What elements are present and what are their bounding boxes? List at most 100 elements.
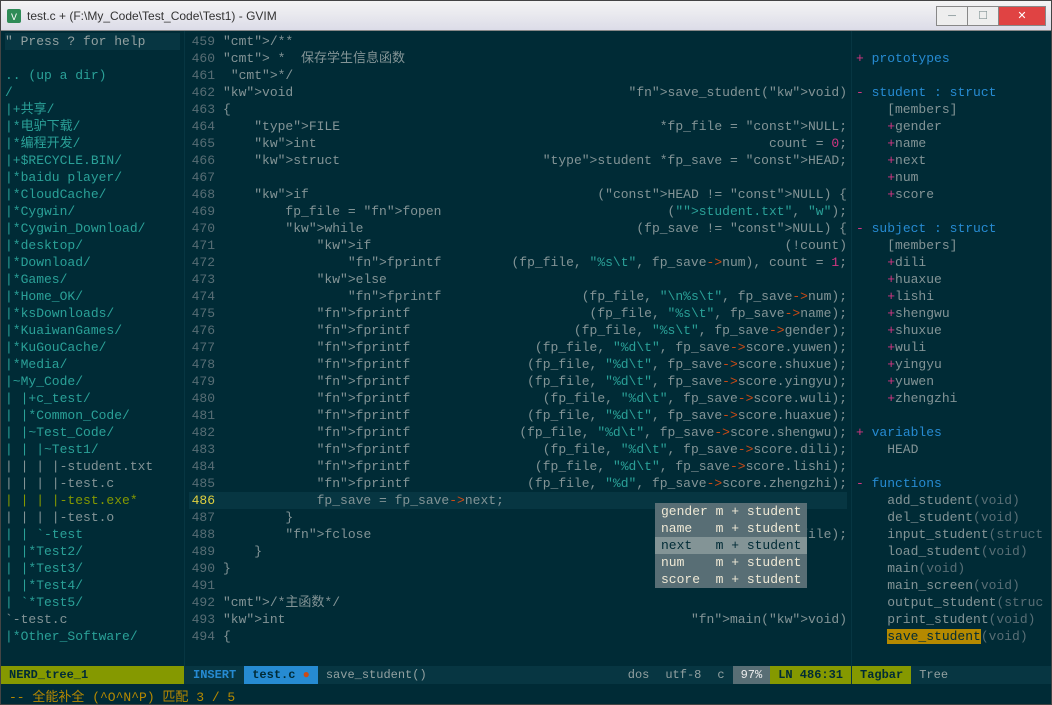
- tagbar-pane[interactable]: + prototypes- student : struct [members]…: [851, 31, 1051, 684]
- code-line[interactable]: 464 "type">FILE *fp_file = "const">NULL;: [189, 118, 847, 135]
- tagbar-item[interactable]: +score: [856, 186, 1047, 203]
- tagbar-item[interactable]: +huaxue: [856, 271, 1047, 288]
- tree-item[interactable]: .. (up a dir): [5, 67, 180, 84]
- tagbar-item[interactable]: HEAD: [856, 441, 1047, 458]
- code-line[interactable]: 468 "kw">if ("const">HEAD != "const">NUL…: [189, 186, 847, 203]
- code-line[interactable]: 473 "kw">else: [189, 271, 847, 288]
- code-line[interactable]: 492"cmt">/*主函数*/: [189, 594, 847, 611]
- code-line[interactable]: 467: [189, 169, 847, 186]
- tree-item[interactable]: |*Download/: [5, 254, 180, 271]
- tree-item[interactable]: |*Games/: [5, 271, 180, 288]
- code-line[interactable]: 460"cmt"> * 保存学生信息函数: [189, 50, 847, 67]
- tree-item[interactable]: |*Cygwin/: [5, 203, 180, 220]
- tagbar-item[interactable]: +zhengzhi: [856, 390, 1047, 407]
- completion-item[interactable]: score m + student: [655, 571, 807, 588]
- code-line[interactable]: 479 "fn">fprintf(fp_file, "%d\t", fp_sav…: [189, 373, 847, 390]
- tagbar-section[interactable]: - student : struct: [856, 84, 1047, 101]
- code-line[interactable]: 482 "fn">fprintf(fp_file, "%d\t", fp_sav…: [189, 424, 847, 441]
- tree-item[interactable]: | | | |-test.c: [5, 475, 180, 492]
- tree-item[interactable]: |*desktop/: [5, 237, 180, 254]
- tagbar-item[interactable]: +wuli: [856, 339, 1047, 356]
- tree-item[interactable]: |~My_Code/: [5, 373, 180, 390]
- code-line[interactable]: 477 "fn">fprintf(fp_file, "%d\t", fp_sav…: [189, 339, 847, 356]
- tree-item[interactable]: |+共享/: [5, 101, 180, 118]
- code-line[interactable]: 481 "fn">fprintf(fp_file, "%d\t", fp_sav…: [189, 407, 847, 424]
- tagbar-function[interactable]: main_screen(void): [856, 577, 1047, 594]
- code-line[interactable]: 472 "fn">fprintf(fp_file, "%s\t", fp_sav…: [189, 254, 847, 271]
- tree-item[interactable]: |*KuGouCache/: [5, 339, 180, 356]
- tree-item[interactable]: |*编程开发/: [5, 135, 180, 152]
- tagbar-section[interactable]: - subject : struct: [856, 220, 1047, 237]
- completion-popup[interactable]: gender m + studentname m + studentnext m…: [655, 503, 807, 588]
- tree-item[interactable]: |*Media/: [5, 356, 180, 373]
- tree-item[interactable]: | | |~Test1/: [5, 441, 180, 458]
- tagbar-function[interactable]: input_student(struct: [856, 526, 1047, 543]
- tagbar-function[interactable]: print_student(void): [856, 611, 1047, 628]
- tree-item[interactable]: | | `-test: [5, 526, 180, 543]
- tree-item[interactable]: `-test.c: [5, 611, 180, 628]
- minimize-button[interactable]: ─: [936, 6, 968, 26]
- tree-item[interactable]: | `*Test5/: [5, 594, 180, 611]
- code-line[interactable]: 469 fp_file = "fn">fopen("">student.txt"…: [189, 203, 847, 220]
- code-line[interactable]: 459"cmt">/**: [189, 33, 847, 50]
- nerdtree-pane[interactable]: " Press ? for help.. (up a dir)/|+共享/|*电…: [1, 31, 185, 684]
- tree-item[interactable]: | |*Test4/: [5, 577, 180, 594]
- tagbar-section[interactable]: + variables: [856, 424, 1047, 441]
- tagbar-item[interactable]: +next: [856, 152, 1047, 169]
- code-line[interactable]: 483 "fn">fprintf(fp_file, "%d\t", fp_sav…: [189, 441, 847, 458]
- code-line[interactable]: 494{: [189, 628, 847, 645]
- tagbar-item[interactable]: +yuwen: [856, 373, 1047, 390]
- code-line[interactable]: 484 "fn">fprintf(fp_file, "%d\t", fp_sav…: [189, 458, 847, 475]
- tree-item[interactable]: | |*Test2/: [5, 543, 180, 560]
- tree-item[interactable]: | | | |-student.txt: [5, 458, 180, 475]
- nerdtree-lines[interactable]: " Press ? for help.. (up a dir)/|+共享/|*电…: [1, 31, 184, 666]
- tree-item[interactable]: | |*Test3/: [5, 560, 180, 577]
- tree-item[interactable]: |+$RECYCLE.BIN/: [5, 152, 180, 169]
- tree-item[interactable]: | |+c_test/: [5, 390, 180, 407]
- completion-item[interactable]: gender m + student: [655, 503, 807, 520]
- titlebar[interactable]: V test.c + (F:\My_Code\Test_Code\Test1) …: [1, 1, 1051, 31]
- tree-item[interactable]: |*电驴下载/: [5, 118, 180, 135]
- tagbar-item[interactable]: +gender: [856, 118, 1047, 135]
- code-line[interactable]: 493"kw">int "fn">main("kw">void): [189, 611, 847, 628]
- tagbar-function[interactable]: add_student(void): [856, 492, 1047, 509]
- tagbar-item[interactable]: +name: [856, 135, 1047, 152]
- tagbar-function[interactable]: save_student(void): [856, 628, 1047, 645]
- tagbar-item[interactable]: +lishi: [856, 288, 1047, 305]
- tagbar-function[interactable]: main(void): [856, 560, 1047, 577]
- tagbar-item[interactable]: +shengwu: [856, 305, 1047, 322]
- close-button[interactable]: ✕: [998, 6, 1046, 26]
- code-line[interactable]: 471 "kw">if (!count): [189, 237, 847, 254]
- code-line[interactable]: 470 "kw">while (fp_save != "const">NULL)…: [189, 220, 847, 237]
- tagbar-item[interactable]: +dili: [856, 254, 1047, 271]
- tree-item[interactable]: | | | |-test.o: [5, 509, 180, 526]
- tree-item[interactable]: | |~Test_Code/: [5, 424, 180, 441]
- tagbar-function[interactable]: output_student(struc: [856, 594, 1047, 611]
- code-line[interactable]: 463{: [189, 101, 847, 118]
- tree-item[interactable]: /: [5, 84, 180, 101]
- tree-item[interactable]: |*ksDownloads/: [5, 305, 180, 322]
- code-line[interactable]: 462"kw">void "fn">save_student("kw">void…: [189, 84, 847, 101]
- tagbar-section[interactable]: + prototypes: [856, 50, 1047, 67]
- tagbar-item[interactable]: +num: [856, 169, 1047, 186]
- tagbar-item[interactable]: +shuxue: [856, 322, 1047, 339]
- code-line[interactable]: 476 "fn">fprintf(fp_file, "%s\t", fp_sav…: [189, 322, 847, 339]
- tree-item[interactable]: |*CloudCache/: [5, 186, 180, 203]
- tagbar-lines[interactable]: + prototypes- student : struct [members]…: [852, 31, 1051, 666]
- code-line[interactable]: 475 "fn">fprintf(fp_file, "%s\t", fp_sav…: [189, 305, 847, 322]
- code-line[interactable]: 474 "fn">fprintf(fp_file, "\n%s\t", fp_s…: [189, 288, 847, 305]
- tree-item[interactable]: | |*Common_Code/: [5, 407, 180, 424]
- code-line[interactable]: 480 "fn">fprintf(fp_file, "%d\t", fp_sav…: [189, 390, 847, 407]
- completion-item[interactable]: next m + student: [655, 537, 807, 554]
- code-line[interactable]: 466 "kw">struct "type">student *fp_save …: [189, 152, 847, 169]
- tree-item[interactable]: |*Other_Software/: [5, 628, 180, 645]
- code-line[interactable]: 478 "fn">fprintf(fp_file, "%d\t", fp_sav…: [189, 356, 847, 373]
- tree-item[interactable]: |*KuaiwanGames/: [5, 322, 180, 339]
- code-line[interactable]: 461 "cmt">*/: [189, 67, 847, 84]
- maximize-button[interactable]: ☐: [967, 6, 999, 26]
- code-line[interactable]: 465 "kw">int count = 0;: [189, 135, 847, 152]
- tree-item[interactable]: |*baidu player/: [5, 169, 180, 186]
- tagbar-item[interactable]: +yingyu: [856, 356, 1047, 373]
- tree-item[interactable]: |*Home_OK/: [5, 288, 180, 305]
- tree-item[interactable]: | | | |-test.exe*: [5, 492, 180, 509]
